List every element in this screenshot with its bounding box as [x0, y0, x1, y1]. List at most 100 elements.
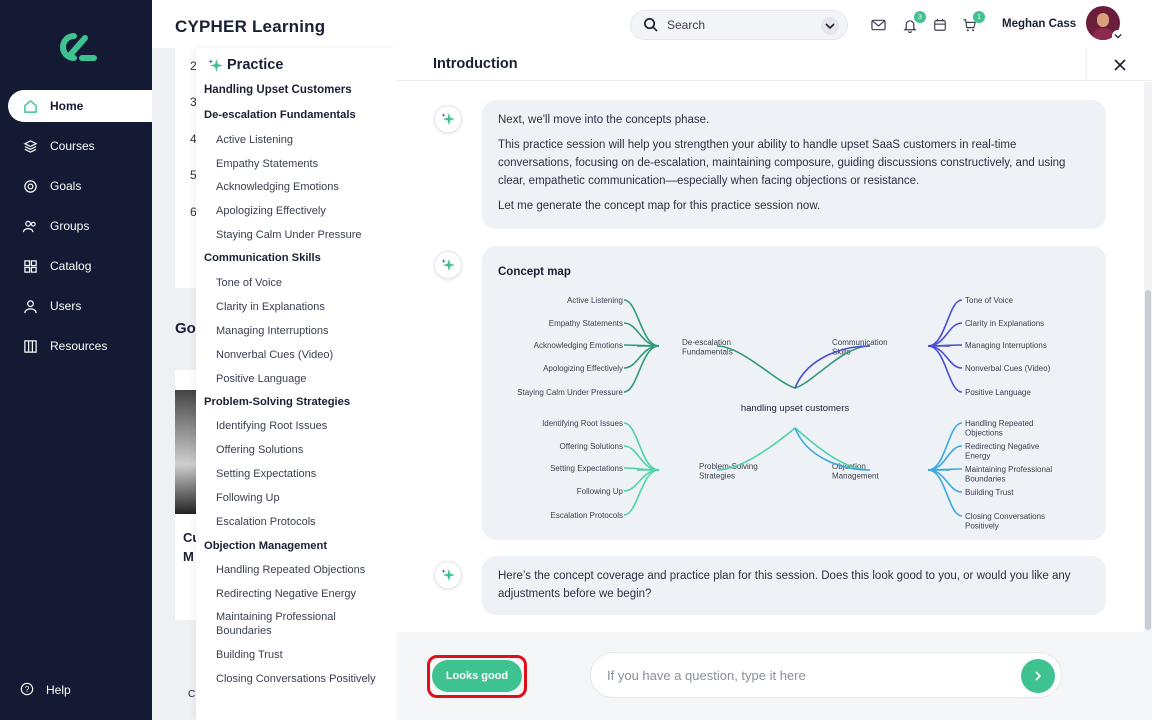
practice-item[interactable]: Apologizing Effectively: [216, 205, 386, 219]
search-box[interactable]: Search: [630, 10, 848, 40]
close-icon: [1113, 58, 1126, 71]
assistant-message: Next, we'll move into the concepts phase…: [482, 100, 1106, 229]
practice-item[interactable]: Handling Repeated Objections: [216, 564, 386, 578]
nav-item-groups[interactable]: Groups: [8, 210, 152, 242]
concept-map-leaf: Offering Solutions: [560, 442, 623, 451]
practice-item[interactable]: Staying Calm Under Pressure: [216, 229, 386, 243]
practice-item[interactable]: Active Listening: [216, 134, 386, 148]
nav-item-catalog[interactable]: Catalog: [8, 250, 152, 282]
bell-icon[interactable]: 3: [901, 11, 926, 34]
chevron-down-icon[interactable]: [1112, 30, 1124, 42]
practice-section[interactable]: De-escalation Fundamentals: [204, 109, 356, 121]
practice-item[interactable]: Redirecting Negative Energy: [216, 588, 386, 602]
scrollbar-thumb[interactable]: [1145, 290, 1151, 630]
sparkle-icon: [208, 58, 223, 73]
send-button[interactable]: [1021, 659, 1055, 693]
footer-fragment: C: [188, 689, 196, 700]
practice-title-text: Practice: [227, 57, 284, 73]
course-thumbnail: [175, 390, 197, 514]
concept-map-leaf: Tone of Voice: [965, 296, 1014, 305]
mail-icon[interactable]: [869, 16, 887, 34]
close-button[interactable]: [1086, 48, 1152, 81]
message-paragraph: This practice session will help you stre…: [498, 139, 1066, 187]
message-paragraph: Here’s the concept coverage and practice…: [498, 570, 1071, 600]
practice-item[interactable]: Nonverbal Cues (Video): [216, 349, 386, 363]
practice-item[interactable]: Offering Solutions: [216, 444, 386, 458]
concept-map-edge: [927, 345, 963, 393]
assistant-message: Here’s the concept coverage and practice…: [482, 556, 1106, 615]
concept-map-branch: Communication: [832, 338, 888, 347]
search-icon: [643, 17, 659, 33]
concept-map-edge: [623, 299, 660, 347]
practice-item[interactable]: Building Trust: [216, 649, 386, 663]
courses-icon: [22, 138, 38, 154]
course-title-fragment: M: [183, 549, 194, 564]
concept-map-title: Concept map: [498, 266, 571, 278]
resources-icon: [22, 338, 38, 354]
concept-map-leaf: Energy: [965, 452, 990, 461]
nav-label: Courses: [50, 139, 95, 153]
highlight-ring: [427, 655, 527, 698]
nav-item-courses[interactable]: Courses: [8, 130, 152, 162]
user-name[interactable]: Meghan Cass: [1002, 18, 1076, 30]
practice-item[interactable]: Identifying Root Issues: [216, 420, 386, 434]
concept-map-branch: Strategies: [699, 472, 735, 481]
concept-map-edge: [927, 469, 963, 517]
nav-label: Groups: [50, 219, 90, 233]
practice-item[interactable]: Clarity in Explanations: [216, 301, 386, 315]
nav-item-resources[interactable]: Resources: [8, 330, 152, 362]
practice-item[interactable]: Escalation Protocols: [216, 516, 386, 530]
concept-map-leaf: Boundaries: [965, 475, 1005, 484]
practice-root-topic[interactable]: Handling Upset Customers: [204, 84, 352, 96]
nav-item-users[interactable]: Users: [8, 290, 152, 322]
concept-map: Active Listening Empathy Statements Acknow…: [517, 296, 1052, 531]
app-title: CYPHER Learning: [175, 17, 326, 36]
practice-item[interactable]: Managing Interruptions: [216, 325, 386, 339]
concept-map-branch: Fundamentals: [682, 348, 733, 357]
concept-map-leaf: Nonverbal Cues (Video): [965, 364, 1051, 373]
message-paragraph: Let me generate the concept map for this…: [498, 200, 821, 212]
search-placeholder: Search: [667, 18, 706, 32]
nav-label: Catalog: [50, 259, 92, 273]
chevron-right-icon: [1035, 671, 1042, 681]
practice-item[interactable]: Setting Expectations: [216, 468, 386, 482]
practice-section[interactable]: Problem-Solving Strategies: [204, 396, 350, 408]
assistant-avatar: [434, 561, 462, 589]
sparkle-icon: [441, 258, 455, 272]
concept-map-leaf: Escalation Protocols: [551, 511, 623, 520]
practice-section[interactable]: Objection Management: [204, 540, 327, 552]
nav-label: Resources: [50, 339, 108, 353]
nav-label: Users: [50, 299, 82, 313]
groups-icon: [22, 218, 38, 234]
practice-item[interactable]: Positive Language: [216, 373, 386, 387]
practice-section[interactable]: Communication Skills: [204, 252, 321, 264]
help-link[interactable]: ? Help: [20, 682, 71, 698]
concept-map-branch: Problem-Solving: [699, 462, 758, 471]
question-input[interactable]: [590, 652, 1062, 698]
practice-item[interactable]: Maintaining Professional Boundaries: [216, 611, 356, 638]
concept-map-edge: [716, 345, 871, 389]
concept-map-leaf: Maintaining Professional: [965, 465, 1052, 474]
cypher-logo[interactable]: [54, 30, 98, 64]
practice-item[interactable]: Empathy Statements: [216, 158, 386, 172]
concept-map-edge: [623, 469, 660, 516]
concept-map-leaf: Managing Interruptions: [965, 341, 1047, 350]
cart-icon[interactable]: 1: [960, 11, 985, 34]
sparkle-icon: [441, 112, 455, 126]
nav-item-home[interactable]: Home: [8, 90, 152, 122]
concept-map-leaf: Building Trust: [965, 488, 1014, 497]
concept-map-leaf: Staying Calm Under Pressure: [517, 388, 623, 397]
concept-map-leaf: Acknowledging Emotions: [534, 341, 623, 350]
calendar-icon[interactable]: [931, 16, 949, 34]
practice-item[interactable]: Acknowledging Emotions: [216, 181, 386, 195]
concept-map-leaf: Handling Repeated: [965, 419, 1034, 428]
concept-map-leaf: Objections: [965, 429, 1003, 438]
practice-item[interactable]: Following Up: [216, 492, 386, 506]
practice-item[interactable]: Tone of Voice: [216, 277, 386, 291]
help-label: Help: [46, 683, 71, 697]
concept-map-leaf: Positively: [965, 522, 999, 531]
nav-item-goals[interactable]: Goals: [8, 170, 152, 202]
assistant-avatar: [434, 105, 462, 133]
chevron-down-icon[interactable]: [821, 17, 839, 35]
practice-item[interactable]: Closing Conversations Positively: [216, 673, 386, 687]
